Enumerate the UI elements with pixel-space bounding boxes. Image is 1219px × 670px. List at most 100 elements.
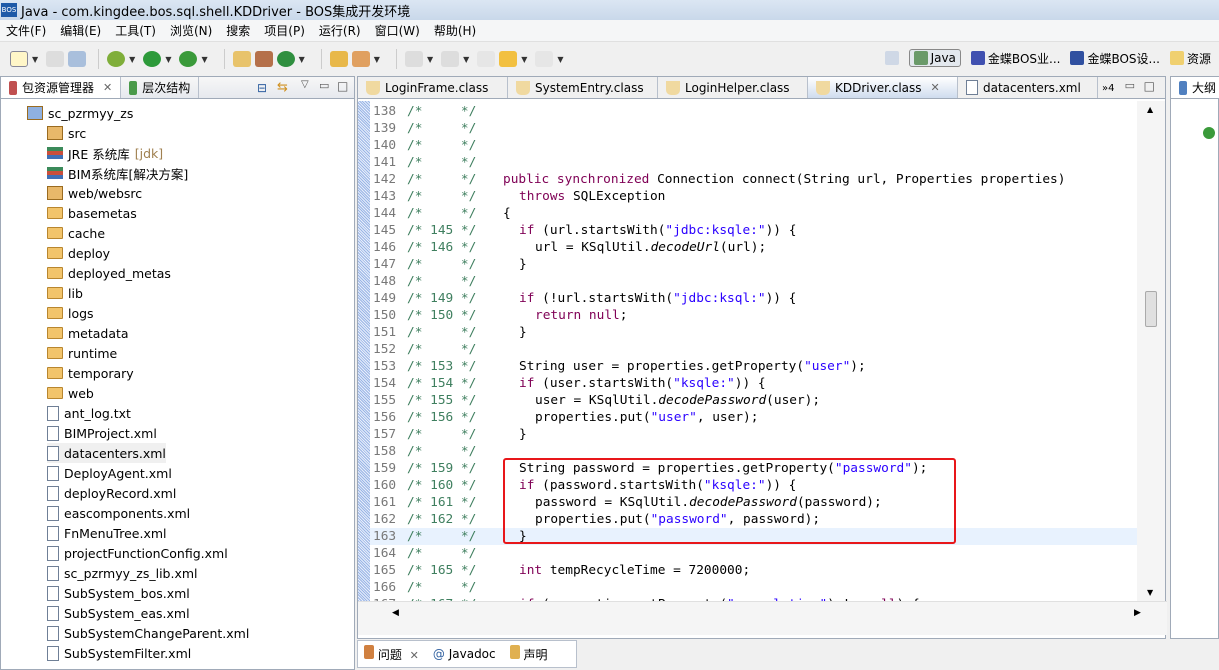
tree-item[interactable]: temporary <box>47 363 134 383</box>
perspective-bos-design[interactable]: 金蝶BOS设... <box>1070 50 1160 67</box>
tree-item[interactable]: FnMenuTree.xml <box>47 523 167 543</box>
tree-item[interactable]: BIMProject.xml <box>47 423 157 443</box>
class-icon[interactable] <box>1203 127 1215 139</box>
tree-item[interactable]: JRE 系统库 [jdk] <box>47 143 163 163</box>
tab-systementry[interactable]: SystemEntry.class <box>508 77 658 98</box>
menu-run[interactable]: 运行(R) <box>319 22 361 39</box>
new-dropdown-icon[interactable]: ▼ <box>32 55 38 64</box>
collapse-all-icon[interactable]: ⊟ <box>257 81 267 95</box>
tab-hierarchy[interactable]: 层次结构 <box>121 77 200 98</box>
tab-package-explorer[interactable]: 包资源管理器 ✕ <box>1 77 122 98</box>
run-icon[interactable] <box>143 51 162 67</box>
tree-project[interactable]: sc_pzrmyy_zs <box>27 103 133 123</box>
menu-search[interactable]: 搜索 <box>226 22 250 39</box>
tree-item[interactable]: lib <box>47 283 83 303</box>
tree-item[interactable]: datacenters.xml <box>47 443 166 463</box>
new-interface-icon[interactable] <box>276 51 295 67</box>
tree-item[interactable]: ant_log.txt <box>47 403 131 423</box>
menu-help[interactable]: 帮助(H) <box>434 22 476 39</box>
new-icon[interactable] <box>10 51 28 67</box>
scrollbar-thumb[interactable] <box>1145 291 1157 327</box>
tab-problems[interactable]: 问题 ✕ <box>364 645 419 663</box>
external-tools-dropdown-icon[interactable]: ▼ <box>201 55 207 64</box>
view-menu-icon[interactable]: ▽ <box>301 79 309 90</box>
tree-item[interactable]: basemetas <box>47 203 137 223</box>
open-perspective-icon[interactable] <box>884 51 899 65</box>
new-package-icon[interactable] <box>232 51 251 67</box>
open-type-icon[interactable] <box>329 51 348 67</box>
menu-project[interactable]: 项目(P) <box>264 22 305 39</box>
debug-icon[interactable] <box>107 51 126 67</box>
tree-item[interactable]: BIM系统库[解决方案] <box>47 163 188 183</box>
save-icon[interactable] <box>46 51 65 67</box>
menu-window[interactable]: 窗口(W) <box>375 22 420 39</box>
perspective-java[interactable]: Java <box>908 49 961 67</box>
perspective-resource[interactable]: 资源 <box>1169 50 1211 67</box>
previous-annotation-icon[interactable] <box>441 51 460 67</box>
tree-item[interactable]: metadata <box>47 323 129 343</box>
new-class-icon[interactable] <box>254 51 273 67</box>
link-with-editor-icon[interactable]: ⇆ <box>277 80 288 95</box>
tab-javadoc[interactable]: @ Javadoc <box>433 647 496 661</box>
tab-loginhelper[interactable]: LoginHelper.class <box>658 77 808 98</box>
close-icon[interactable]: ✕ <box>410 649 419 662</box>
tree-item[interactable]: sc_pzrmyy_zs_lib.xml <box>47 563 198 583</box>
tab-datacenters[interactable]: datacenters.xml <box>958 77 1098 98</box>
tree-item[interactable]: deployRecord.xml <box>47 483 176 503</box>
tree-item[interactable]: SubSystemFilter.xml <box>47 643 191 663</box>
maximize-icon[interactable]: □ <box>1144 79 1155 93</box>
tab-loginframe[interactable]: LoginFrame.class <box>358 77 508 98</box>
scroll-up-icon[interactable]: ▲ <box>1147 105 1153 114</box>
tab-kddriver[interactable]: KDDriver.class ✕ <box>808 77 958 98</box>
tree-item[interactable]: eascomponents.xml <box>47 503 190 523</box>
code-editor[interactable]: 138 /* */ 139 /* */ 140 /* */ 141 /* */ 142 /* */… <box>358 101 1138 601</box>
close-icon[interactable]: ✕ <box>103 81 112 94</box>
last-edit-icon[interactable] <box>477 51 496 67</box>
tree-item[interactable]: web <box>47 383 94 403</box>
maximize-icon[interactable]: □ <box>337 79 348 93</box>
more-tabs-button[interactable]: »4 <box>1102 83 1114 94</box>
run-dropdown-icon[interactable]: ▼ <box>165 55 171 64</box>
tree-item[interactable]: DeployAgent.xml <box>47 463 172 483</box>
tree-item[interactable]: SubSystem_bos.xml <box>47 583 190 603</box>
scroll-left-icon[interactable]: ◀ <box>392 608 399 618</box>
perspective-bos-business[interactable]: 金蝶BOS业... <box>970 50 1060 67</box>
tree-item[interactable]: src <box>47 123 86 143</box>
tab-outline[interactable]: 大纲 <box>1171 77 1219 98</box>
scroll-down-icon[interactable]: ▼ <box>1147 588 1153 597</box>
tree-item[interactable]: deploy <box>47 243 110 263</box>
tab-declaration[interactable]: 声明 <box>509 645 547 663</box>
vertical-scrollbar[interactable]: ▲ ▼ <box>1137 101 1165 601</box>
forward-dropdown-icon[interactable]: ▼ <box>557 55 563 64</box>
menu-tools[interactable]: 工具(T) <box>115 22 156 39</box>
minimize-icon[interactable]: ▭ <box>1125 79 1135 92</box>
menu-edit[interactable]: 编辑(E) <box>60 22 101 39</box>
horizontal-scrollbar[interactable]: ◀ ▶ <box>358 601 1167 635</box>
menu-file[interactable]: 文件(F) <box>6 22 46 39</box>
tree-item[interactable]: SubSystemChangeParent.xml <box>47 623 249 643</box>
tree-item[interactable]: logs <box>47 303 94 323</box>
close-icon[interactable]: ✕ <box>931 81 940 94</box>
next-annotation-icon[interactable] <box>404 51 423 67</box>
previous-annotation-dropdown-icon[interactable]: ▼ <box>463 55 469 64</box>
back-dropdown-icon[interactable]: ▼ <box>521 55 527 64</box>
tree-item[interactable]: web/websrc <box>47 183 142 203</box>
tree-item[interactable]: cache <box>47 223 105 243</box>
menu-navigate[interactable]: 浏览(N) <box>170 22 212 39</box>
search-dropdown-icon[interactable]: ▼ <box>374 55 380 64</box>
next-annotation-dropdown-icon[interactable]: ▼ <box>427 55 433 64</box>
scroll-right-icon[interactable]: ▶ <box>1134 608 1141 618</box>
external-tools-icon[interactable] <box>179 51 198 67</box>
tree-item[interactable]: deployed_metas <box>47 263 171 283</box>
back-icon[interactable] <box>499 51 518 67</box>
new-type-dropdown-icon[interactable]: ▼ <box>299 55 305 64</box>
search-icon[interactable] <box>351 51 370 67</box>
tree-item[interactable]: projectFunctionConfig.xml <box>47 543 228 563</box>
code-token: String user = properties.getProperty( <box>519 359 805 374</box>
tree-item[interactable]: SubSystem_eas.xml <box>47 603 190 623</box>
minimize-icon[interactable]: ▭ <box>319 79 329 92</box>
forward-icon[interactable] <box>535 51 554 67</box>
debug-dropdown-icon[interactable]: ▼ <box>129 55 135 64</box>
tree-item[interactable]: runtime <box>47 343 117 363</box>
print-icon[interactable] <box>68 51 87 67</box>
